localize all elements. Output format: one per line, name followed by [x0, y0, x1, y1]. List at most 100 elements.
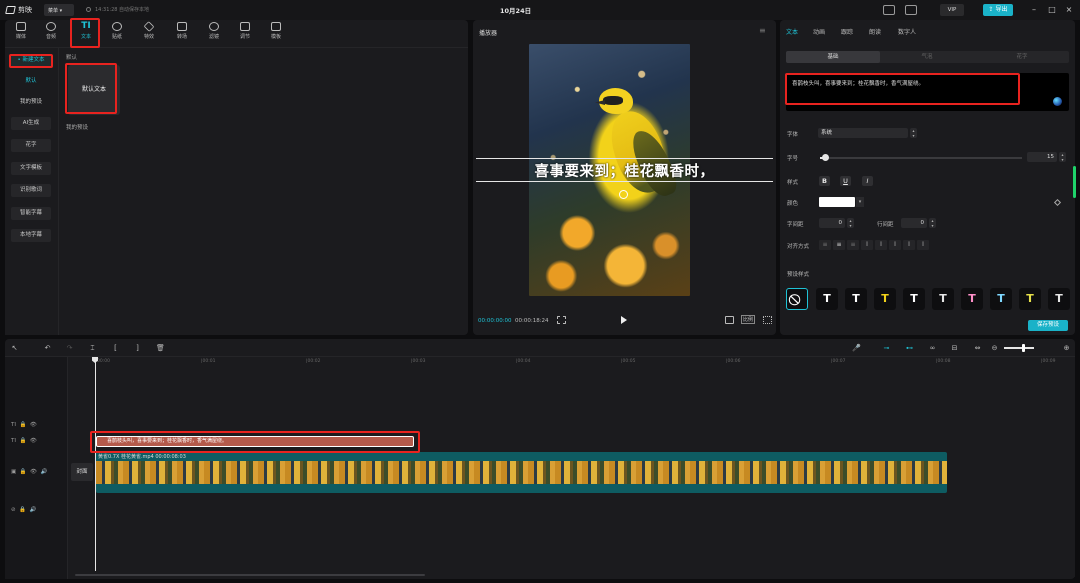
screenshot-icon[interactable] [725, 316, 734, 324]
zoom-out-icon[interactable]: ⊖ [990, 344, 999, 353]
font-select-chevron-icon[interactable]: ▴ ▾ [910, 128, 917, 138]
preset-style-7[interactable]: T [990, 288, 1012, 310]
playhead[interactable] [95, 357, 96, 571]
ratio-button[interactable]: 比例 [741, 315, 756, 324]
text-track-2-controls[interactable]: TI 🔒 👁 [11, 438, 37, 444]
zoom-slider-handle[interactable] [1022, 344, 1025, 352]
preset-style-3[interactable]: T [874, 288, 896, 310]
menu-button[interactable]: 菜单 ▾ [44, 4, 74, 16]
split-icon[interactable]: ⌶ [88, 344, 97, 353]
video-clip[interactable]: 黄雀0.7X 桂花黄雀.mp4 00:00:08:03 [96, 452, 947, 493]
segment-fancy[interactable]: 花字 [975, 51, 1069, 63]
ai-assist-icon[interactable] [1053, 97, 1062, 106]
sidebar-item-default[interactable]: 默认 [11, 75, 51, 88]
char-spacing-arrows-icon[interactable]: ▴ ▾ [847, 218, 854, 228]
sidebar-item-my-presets[interactable]: 我的预设 [11, 96, 51, 109]
preset-style-2[interactable]: T [845, 288, 867, 310]
align-vertical-center-icon[interactable]: ⫴ [875, 240, 887, 250]
char-spacing-stepper[interactable]: 0 [819, 218, 845, 228]
align-vertical-justify-icon[interactable]: ⫴ [917, 240, 929, 250]
segment-bubble[interactable]: 气泡 [880, 51, 974, 63]
preset-style-9[interactable]: T [1048, 288, 1070, 310]
keyframe-diamond-icon[interactable] [1053, 198, 1062, 207]
fit-timeline-icon[interactable]: ⇔ [973, 344, 982, 353]
bold-button[interactable]: B [819, 176, 830, 186]
timecode-toggle-icon[interactable] [557, 316, 566, 324]
trim-left-icon[interactable]: [ [111, 344, 120, 353]
tab-text[interactable]: TI 文本 [72, 22, 100, 46]
tab-adjust[interactable]: 调节 [231, 22, 259, 46]
preset-style-5[interactable]: T [932, 288, 954, 310]
preset-style-8[interactable]: T [1019, 288, 1041, 310]
audio-track-controls[interactable]: ⊘ 🔒 🔊 [11, 507, 36, 513]
timeline-scrollbar-thumb[interactable] [75, 574, 425, 576]
tab-filter[interactable]: 滤镜 [200, 22, 228, 46]
text-clip[interactable]: 喜鹊枝头叫，喜事要来到；桂花飘香时，香气满屋绕。 [96, 436, 414, 447]
tab-effects[interactable]: 特效 [135, 21, 163, 46]
sidebar-item-smart-captions[interactable]: 智能字幕 [11, 207, 51, 220]
size-stepper-arrows-icon[interactable]: ▴ ▾ [1059, 152, 1066, 162]
layout-icon[interactable] [905, 5, 917, 15]
trim-right-icon[interactable]: ] [133, 344, 142, 353]
video-track-controls[interactable]: ▣ 🔒 👁 🔊 [11, 469, 47, 475]
align-vertical-bottom-icon[interactable]: ⫴ [889, 240, 901, 250]
subtitle-overlay[interactable]: 喜事要来到；桂花飘香时， [473, 160, 776, 181]
text-color-swatch[interactable] [819, 197, 855, 207]
sidebar-item-ai-generate[interactable]: AI生成 [11, 117, 51, 130]
tab-sticker[interactable]: 贴纸 [103, 22, 131, 46]
new-text-button[interactable]: • 新建文本 [11, 54, 51, 67]
inspector-scrollbar[interactable] [1073, 166, 1076, 198]
italic-button[interactable]: I [862, 176, 873, 186]
sidebar-item-fancy-text[interactable]: 花字 [11, 139, 51, 152]
auto-snap-icon[interactable]: ⊷ [905, 344, 914, 353]
preset-style-4[interactable]: T [903, 288, 925, 310]
keyboard-shortcuts-icon[interactable] [883, 5, 895, 15]
project-title[interactable]: 10月24日 [500, 5, 531, 15]
main-track-magnet-icon[interactable]: ⊸ [882, 344, 891, 353]
zoom-slider-track[interactable] [1004, 347, 1034, 349]
tab-transition[interactable]: 转场 [168, 22, 196, 46]
line-spacing-arrows-icon[interactable]: ▴ ▾ [929, 218, 936, 228]
line-spacing-stepper[interactable]: 0 [901, 218, 927, 228]
color-dropdown-icon[interactable]: ▾ [856, 197, 864, 207]
linkage-icon[interactable]: ∞ [928, 344, 937, 353]
preset-none-icon[interactable]: ⃠ [786, 288, 808, 310]
maximize-icon[interactable]: □ [1047, 4, 1057, 16]
tab-media[interactable]: 媒体 [7, 22, 35, 46]
delete-icon[interactable]: 🗑 [156, 344, 165, 353]
size-slider-handle[interactable] [822, 154, 829, 161]
align-justify-icon[interactable]: ⫴ [903, 240, 915, 250]
tab-read-aloud[interactable]: 朗读 [869, 27, 881, 36]
save-preset-button[interactable]: 保存预设 [1028, 320, 1068, 331]
default-text-card[interactable]: 默认文本 [68, 65, 120, 115]
sidebar-item-text-template[interactable]: 文字模板 [11, 162, 51, 175]
rotate-handle-icon[interactable] [619, 190, 628, 199]
size-slider-track[interactable] [820, 157, 1022, 159]
tab-tracking[interactable]: 跟踪 [841, 27, 853, 36]
tab-template[interactable]: 模板 [262, 22, 290, 46]
underline-button[interactable]: U [840, 176, 851, 186]
align-vertical-top-icon[interactable]: ⫴ [861, 240, 873, 250]
microphone-icon[interactable]: 🎤 [852, 344, 861, 353]
sidebar-item-local-captions[interactable]: 本地字幕 [11, 229, 51, 242]
undo-icon[interactable]: ↶ [43, 344, 52, 353]
sidebar-item-lyrics-recognition[interactable]: 识别歌词 [11, 184, 51, 197]
select-tool-icon[interactable]: ↖ [10, 344, 19, 353]
tab-animation[interactable]: 动画 [813, 27, 825, 36]
close-icon[interactable]: × [1064, 4, 1074, 16]
size-stepper[interactable]: 15 [1027, 152, 1057, 162]
align-center-icon[interactable]: ≡ [833, 240, 845, 250]
vip-button[interactable]: VIP [940, 4, 964, 16]
zoom-in-icon[interactable]: ⊕ [1062, 344, 1071, 353]
cover-button[interactable]: 封面 [71, 463, 93, 481]
align-left-icon[interactable]: ≡ [819, 240, 831, 250]
tab-text[interactable]: 文本 [786, 27, 798, 36]
segment-basic[interactable]: 基础 [786, 51, 880, 63]
export-button[interactable]: ⇪ 导出 [983, 4, 1013, 16]
play-button[interactable] [621, 316, 627, 324]
minimize-icon[interactable]: – [1029, 4, 1039, 16]
tab-digital-human[interactable]: 数字人 [898, 27, 916, 36]
preview-axis-icon[interactable]: ⊟ [950, 344, 959, 353]
text-track-1-controls[interactable]: TI 🔒 👁 [11, 422, 37, 428]
preset-style-1[interactable]: T [816, 288, 838, 310]
